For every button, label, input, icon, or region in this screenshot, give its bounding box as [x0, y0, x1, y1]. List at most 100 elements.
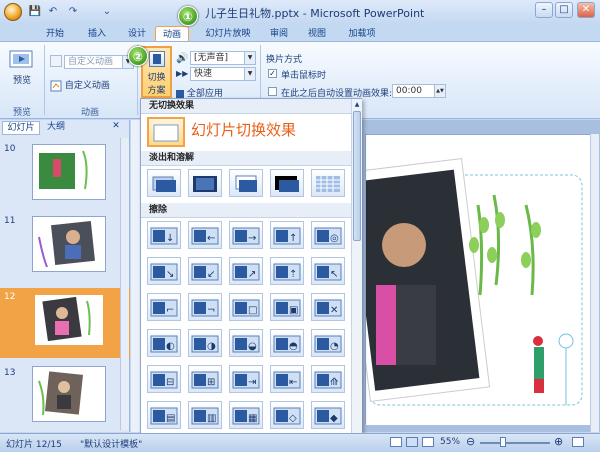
transition-effect-icon: [235, 175, 257, 192]
transition-effect-icon: ◔: [314, 335, 342, 353]
close-panel-button[interactable]: ✕: [110, 121, 122, 133]
transition-speed-combo[interactable]: 快速 ▼: [190, 67, 256, 81]
svg-text:→: →: [248, 233, 256, 244]
wipe-transition-25[interactable]: ⟰: [311, 365, 345, 393]
slide-thumbnail-13[interactable]: [32, 366, 106, 422]
wipe-transition-23[interactable]: ⇥: [229, 365, 263, 393]
maximize-button[interactable]: □: [555, 2, 573, 18]
wipe-transition-14[interactable]: ▣: [270, 293, 304, 321]
zoom-slider-track[interactable]: [480, 442, 550, 444]
zoom-level[interactable]: 55%: [440, 437, 460, 447]
wipe-transition-12[interactable]: ¬: [188, 293, 222, 321]
wipe-transition-8[interactable]: ↗: [229, 257, 263, 285]
zoom-out-icon[interactable]: ⊖: [466, 435, 475, 448]
custom-animation-button[interactable]: 自定义动画: [50, 78, 130, 92]
redo-icon[interactable]: ↷: [66, 5, 80, 19]
svg-text:↗: ↗: [248, 269, 256, 280]
apply-all-button[interactable]: 全部应用: [176, 86, 256, 99]
wipe-transition-22[interactable]: ⊞: [188, 365, 222, 393]
fade-transition-3[interactable]: [229, 169, 263, 197]
tab-view[interactable]: 视图: [302, 26, 332, 42]
wipe-transition-24[interactable]: ⇤: [270, 365, 304, 393]
wipe-transition-29[interactable]: ◇: [270, 401, 304, 429]
wipe-transition-4[interactable]: ↑: [270, 221, 304, 249]
transition-scheme-label-1: 切换: [147, 73, 166, 83]
wipe-transition-28[interactable]: ▦: [229, 401, 263, 429]
wipe-transition-27[interactable]: ▥: [188, 401, 222, 429]
svg-text:▣: ▣: [289, 305, 298, 316]
wipe-transition-11[interactable]: ⌐: [147, 293, 181, 321]
undo-icon[interactable]: ↶: [46, 5, 60, 19]
gallery-scrollbar[interactable]: ▲: [351, 99, 362, 445]
zoom-in-icon[interactable]: ⊕: [554, 435, 563, 448]
preview-button[interactable]: 预览: [8, 48, 36, 88]
wipe-transition-15[interactable]: ✕: [311, 293, 345, 321]
tab-outline[interactable]: 大纲: [42, 121, 70, 135]
slideshow-view-icon[interactable]: [422, 437, 434, 447]
svg-text:◎: ◎: [330, 233, 339, 244]
tab-addins[interactable]: 加载项: [342, 26, 382, 42]
close-button[interactable]: ✕: [577, 2, 595, 18]
wipe-transition-19[interactable]: ◓: [270, 329, 304, 357]
wipe-transition-2[interactable]: ←: [188, 221, 222, 249]
tab-review[interactable]: 审阅: [264, 26, 294, 42]
wipe-transition-10[interactable]: ↖: [311, 257, 345, 285]
svg-text:↘: ↘: [166, 269, 174, 280]
wipe-transition-20[interactable]: ◔: [311, 329, 345, 357]
speed-icon: ▶▶: [176, 69, 189, 78]
fade-transition-2[interactable]: [188, 169, 222, 197]
svg-text:⇤: ⇤: [289, 377, 297, 388]
gallery-annotation: 幻灯片切换效果: [191, 121, 297, 139]
transition-effect-icon: ⟰: [314, 371, 342, 389]
wipe-transition-3[interactable]: →: [229, 221, 263, 249]
transition-effect-icon: □: [232, 299, 260, 317]
slide-sorter-icon[interactable]: [406, 437, 418, 447]
tab-home[interactable]: 开始: [40, 26, 70, 42]
minimize-button[interactable]: –: [535, 2, 553, 18]
tab-animations[interactable]: 动画: [155, 26, 189, 42]
wipe-transition-1[interactable]: ↓: [147, 221, 181, 249]
wipe-transition-17[interactable]: ◑: [188, 329, 222, 357]
svg-text:↙: ↙: [207, 269, 215, 280]
fade-transition-4[interactable]: [270, 169, 304, 197]
transition-sound-combo[interactable]: [无声音] ▼: [190, 51, 256, 65]
slide-thumbnail-12[interactable]: [32, 292, 106, 348]
slide-thumbnail-10[interactable]: [32, 144, 106, 200]
tab-design[interactable]: 设计: [122, 26, 152, 42]
wipe-transition-7[interactable]: ↙: [188, 257, 222, 285]
fit-window-icon[interactable]: [572, 437, 584, 447]
wipe-transition-9[interactable]: ⇡: [270, 257, 304, 285]
wipe-transition-16[interactable]: ◐: [147, 329, 181, 357]
transition-none[interactable]: [147, 117, 185, 147]
customize-toolbar-icon[interactable]: ⌄: [100, 5, 114, 19]
animate-combo[interactable]: 自定义动画 ▼: [64, 55, 134, 69]
tab-slideshow[interactable]: 幻灯片放映: [200, 26, 256, 42]
save-icon[interactable]: 💾: [28, 5, 42, 19]
auto-after-checkbox[interactable]: [268, 87, 277, 96]
panel-scrollbar[interactable]: [120, 138, 129, 430]
scroll-thumb[interactable]: [353, 111, 361, 241]
slide-number-selected: 12: [4, 292, 16, 302]
wipe-transition-30[interactable]: ◆: [311, 401, 345, 429]
wipe-transition-6[interactable]: ↘: [147, 257, 181, 285]
slide-scrollbar[interactable]: [590, 134, 599, 432]
tab-insert[interactable]: 插入: [82, 26, 112, 42]
wipe-transition-21[interactable]: ⊟: [147, 365, 181, 393]
tab-slides[interactable]: 幻灯片: [2, 121, 40, 135]
svg-text:⊟: ⊟: [166, 377, 174, 388]
wipe-transition-5[interactable]: ◎: [311, 221, 345, 249]
wipe-transition-18[interactable]: ◒: [229, 329, 263, 357]
wipe-transition-13[interactable]: □: [229, 293, 263, 321]
on-click-checkbox[interactable]: ✓: [268, 69, 277, 78]
svg-text:◓: ◓: [289, 341, 298, 352]
step-marker-2: ②: [128, 46, 148, 66]
office-button[interactable]: [4, 3, 22, 21]
auto-after-time-input[interactable]: 00:00 ▲▼: [392, 84, 446, 98]
zoom-slider-thumb[interactable]: [500, 437, 506, 447]
normal-view-icon[interactable]: [390, 437, 402, 447]
slide-thumbnail-11[interactable]: [32, 216, 106, 272]
slide-canvas[interactable]: [341, 134, 591, 425]
fade-transition-1[interactable]: [147, 169, 181, 197]
wipe-transition-26[interactable]: ▤: [147, 401, 181, 429]
fade-transition-5[interactable]: [311, 169, 345, 197]
